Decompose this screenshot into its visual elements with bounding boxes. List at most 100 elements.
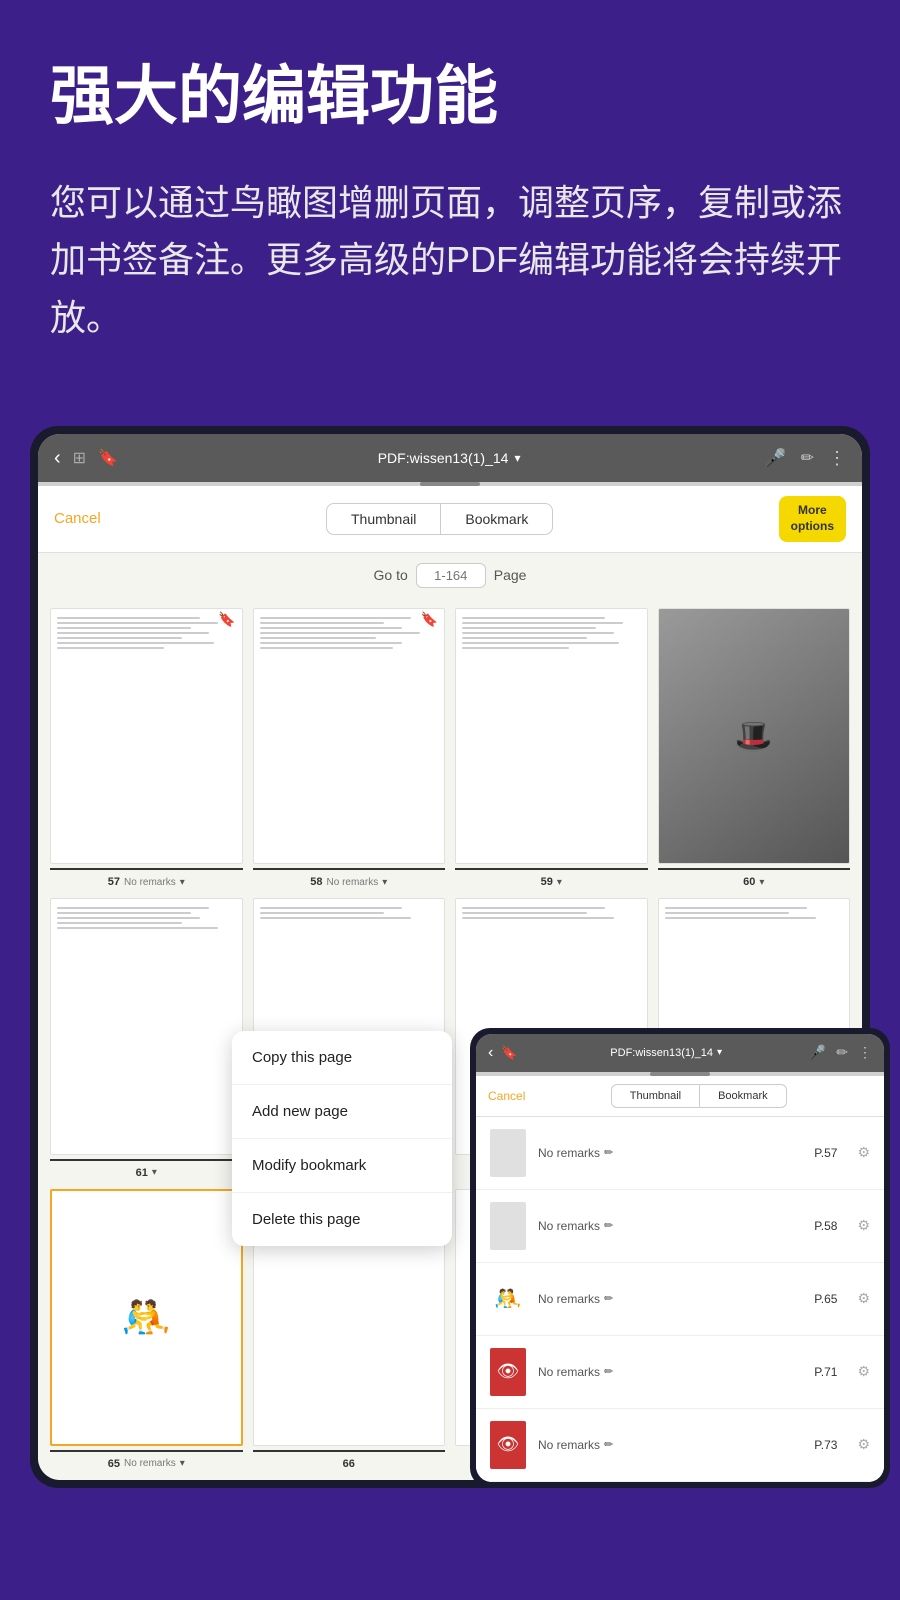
goto-input[interactable] bbox=[416, 563, 486, 588]
thumb-underline-66 bbox=[253, 1450, 446, 1452]
second-back-icon[interactable]: ‹ bbox=[488, 1044, 493, 1062]
bm-thumb-73: 👁 bbox=[490, 1421, 526, 1469]
thumb-underline-57 bbox=[50, 868, 243, 870]
bm-remark-57: No remarks bbox=[538, 1146, 600, 1160]
bookmark-item-58[interactable]: No remarks ✏ P.58 ⚙ bbox=[476, 1190, 884, 1263]
bm-pencil-58[interactable]: ✏ bbox=[604, 1219, 613, 1232]
page-label: Page bbox=[494, 567, 527, 583]
second-bookmark-icon[interactable]: 🔖 bbox=[501, 1045, 517, 1061]
cancel-button[interactable]: Cancel bbox=[54, 510, 101, 527]
bm-page-57: P.57 bbox=[814, 1146, 837, 1160]
second-more-icon[interactable]: ⋮ bbox=[858, 1044, 872, 1061]
second-tab-group: Thumbnail Bookmark bbox=[525, 1084, 872, 1108]
bookmark-item-73[interactable]: 👁 No remarks ✏ P.73 ⚙ bbox=[476, 1409, 884, 1482]
back-icon[interactable]: ‹ bbox=[54, 447, 61, 470]
tablet-topbar: ‹ ⊞ 🔖 PDF:wissen13(1)_14 ▾ 🎤 ✏ ⋮ bbox=[38, 434, 862, 482]
grid-icon[interactable]: ⊞ bbox=[73, 448, 86, 468]
bm-settings-58[interactable]: ⚙ bbox=[857, 1217, 870, 1234]
second-pen-icon[interactable]: ✏ bbox=[836, 1044, 848, 1061]
tab-thumbnail[interactable]: Thumbnail bbox=[326, 503, 441, 535]
bm-thumb-57 bbox=[490, 1129, 526, 1177]
thumbnail-57[interactable]: 🔖 57 No rem bbox=[50, 608, 243, 889]
context-copy-page[interactable]: Copy this page bbox=[232, 1031, 452, 1085]
second-tab-bookmark[interactable]: Bookmark bbox=[700, 1084, 787, 1108]
thumb-text-61 bbox=[51, 899, 242, 937]
bm-pencil-57[interactable]: ✏ bbox=[604, 1146, 613, 1159]
bookmark-item-71[interactable]: 👁 No remarks ✏ P.71 ⚙ bbox=[476, 1336, 884, 1409]
topbar-right-icons: 🎤 ✏ ⋮ bbox=[764, 448, 846, 469]
bm-info-57: No remarks ✏ bbox=[538, 1146, 802, 1160]
context-menu: Copy this page Add new page Modify bookm… bbox=[232, 1031, 452, 1246]
main-title: 强大的编辑功能 bbox=[50, 60, 850, 134]
second-chevron-icon[interactable]: ▾ bbox=[717, 1047, 722, 1058]
second-title-text: PDF:wissen13(1)_14 bbox=[610, 1047, 713, 1059]
thumb-label-57: 57 No remarks ▾ bbox=[108, 876, 185, 888]
thumb-dropdown-65[interactable]: ▾ bbox=[180, 1458, 185, 1469]
bm-settings-71[interactable]: ⚙ bbox=[857, 1363, 870, 1380]
thumb-label-58: 58 No remarks ▾ bbox=[310, 876, 387, 888]
topbar-title-text: PDF:wissen13(1)_14 bbox=[378, 450, 509, 466]
mic-icon[interactable]: 🎤 bbox=[764, 448, 786, 469]
bm-info-58: No remarks ✏ bbox=[538, 1219, 802, 1233]
thumb-label-59: 59 ▾ bbox=[541, 876, 562, 888]
more-icon[interactable]: ⋮ bbox=[828, 448, 846, 469]
bookmark-icon[interactable]: 🔖 bbox=[98, 448, 118, 468]
thumbnail-toolbar: Cancel Thumbnail Bookmark Moreoptions bbox=[38, 486, 862, 552]
thumb-img-65: 🤼 bbox=[50, 1189, 243, 1446]
thumb-img-57: 🔖 bbox=[50, 608, 243, 865]
thumb-dropdown-61[interactable]: ▾ bbox=[152, 1167, 157, 1178]
second-cancel-button[interactable]: Cancel bbox=[488, 1089, 525, 1103]
thumb-underline-60 bbox=[658, 868, 851, 870]
thumbnail-58[interactable]: 🔖 58 No rem bbox=[253, 608, 446, 889]
thumb-art-65: 🤼 bbox=[121, 1294, 171, 1341]
thumb-img-59 bbox=[455, 608, 648, 865]
thumb-dropdown-60[interactable]: ▾ bbox=[759, 877, 764, 888]
bookmark-item-57[interactable]: No remarks ✏ P.57 ⚙ bbox=[476, 1117, 884, 1190]
bm-pencil-65[interactable]: ✏ bbox=[604, 1292, 613, 1305]
thumb-underline-59 bbox=[455, 868, 648, 870]
thumbnail-60[interactable]: 🎩 60 ▾ bbox=[658, 608, 851, 889]
second-tablet-screen: ‹ 🔖 PDF:wissen13(1)_14 ▾ 🎤 ✏ ⋮ Cancel bbox=[476, 1034, 884, 1482]
bm-pencil-71[interactable]: ✏ bbox=[604, 1365, 613, 1378]
description-text: 您可以通过鸟瞰图增删页面，调整页序，复制或添加书签备注。更多高级的PDF编辑功能… bbox=[50, 174, 850, 347]
thumb-label-60: 60 ▾ bbox=[743, 876, 764, 888]
thumb-underline-58 bbox=[253, 868, 446, 870]
bookmark-icon-57: 🔖 bbox=[218, 611, 235, 628]
second-mic-icon[interactable]: 🎤 bbox=[809, 1044, 826, 1061]
thumbnail-65[interactable]: 🤼 65 No remarks ▾ bbox=[50, 1189, 243, 1470]
thumb-text-57 bbox=[51, 609, 242, 657]
topbar-chevron-icon[interactable]: ▾ bbox=[514, 451, 520, 465]
thumbnail-61[interactable]: 61 ▾ bbox=[50, 898, 243, 1179]
context-add-page[interactable]: Add new page bbox=[232, 1085, 452, 1139]
second-toolbar: Cancel Thumbnail Bookmark bbox=[476, 1076, 884, 1117]
second-tab-thumbnail[interactable]: Thumbnail bbox=[611, 1084, 700, 1108]
thumbnail-59[interactable]: 59 ▾ bbox=[455, 608, 648, 889]
bm-remark-73: No remarks bbox=[538, 1438, 600, 1452]
context-modify-bookmark[interactable]: Modify bookmark bbox=[232, 1139, 452, 1193]
thumb-dropdown-58[interactable]: ▾ bbox=[382, 877, 387, 888]
thumb-underline-65 bbox=[50, 1450, 243, 1452]
bm-settings-57[interactable]: ⚙ bbox=[857, 1144, 870, 1161]
thumb-dropdown-59[interactable]: ▾ bbox=[557, 877, 562, 888]
thumb-dropdown-57[interactable]: ▾ bbox=[180, 877, 185, 888]
topbar-icons: ⊞ 🔖 bbox=[73, 448, 118, 468]
second-tablet-mockup: ‹ 🔖 PDF:wissen13(1)_14 ▾ 🎤 ✏ ⋮ Cancel bbox=[470, 1028, 890, 1488]
tab-bookmark[interactable]: Bookmark bbox=[441, 503, 553, 535]
bm-settings-65[interactable]: ⚙ bbox=[857, 1290, 870, 1307]
thumb-img-60: 🎩 bbox=[658, 608, 851, 865]
second-scroll-thumb bbox=[650, 1072, 710, 1076]
thumbnails-row-1: 🔖 57 No rem bbox=[38, 598, 862, 899]
more-options-button[interactable]: Moreoptions bbox=[779, 496, 846, 541]
context-delete-page[interactable]: Delete this page bbox=[232, 1193, 452, 1246]
bm-pencil-73[interactable]: ✏ bbox=[604, 1438, 613, 1451]
bm-remark-58: No remarks bbox=[538, 1219, 600, 1233]
bookmark-item-65[interactable]: 🤼 No remarks ✏ P.65 ⚙ bbox=[476, 1263, 884, 1336]
pen-icon[interactable]: ✏ bbox=[801, 448, 814, 469]
bm-settings-73[interactable]: ⚙ bbox=[857, 1436, 870, 1453]
header-section: 强大的编辑功能 您可以通过鸟瞰图增删页面，调整页序，复制或添加书签备注。更多高级… bbox=[0, 0, 900, 386]
second-topbar: ‹ 🔖 PDF:wissen13(1)_14 ▾ 🎤 ✏ ⋮ bbox=[476, 1034, 884, 1072]
thumb-label-61: 61 ▾ bbox=[136, 1167, 157, 1179]
bm-info-73: No remarks ✏ bbox=[538, 1438, 802, 1452]
bookmark-list: No remarks ✏ P.57 ⚙ No remarks ✏ P.58 ⚙ bbox=[476, 1117, 884, 1482]
bm-page-71: P.71 bbox=[814, 1365, 837, 1379]
